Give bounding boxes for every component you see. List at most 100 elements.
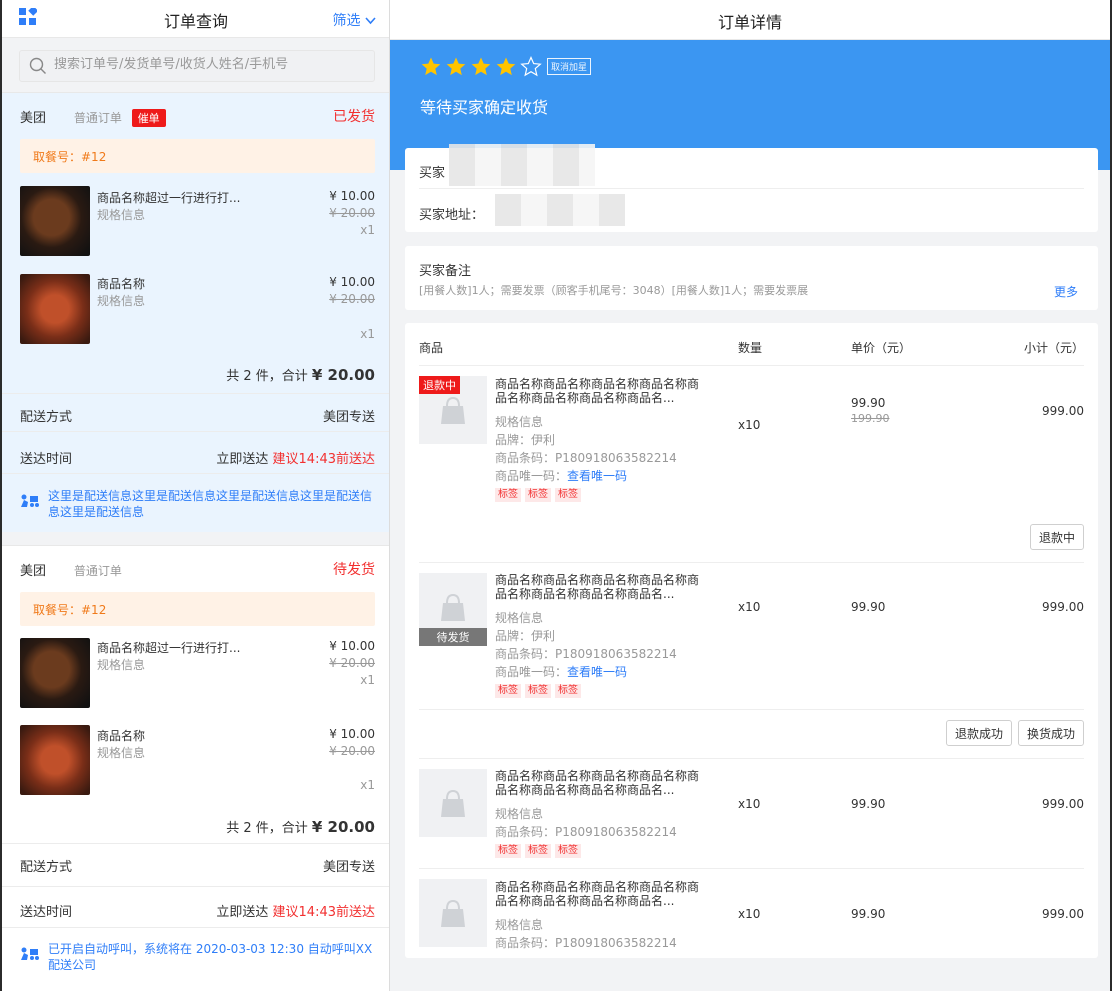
product-original-price: 199.90 bbox=[851, 412, 890, 425]
buyer-info-box: 买家 买家地址： bbox=[405, 144, 1098, 232]
buyer-remark-box: 买家备注 [用餐人数]1人；需要发票（顾客手机尾号：3048）[用餐人数]1人；… bbox=[405, 246, 1098, 310]
delivery-info-text: 这里是配送信息这里是配送信息这里是配送信息这里是配送信息这里是配送信息 bbox=[48, 489, 373, 519]
products-table: 商品 数量 单价（元） 小计（元） 退款中 商品名称商品名称商品名称商品名称商品… bbox=[405, 323, 1098, 958]
product-unit-price: 99.90 bbox=[851, 600, 886, 614]
order-list-header: 订单查询 筛选 bbox=[2, 0, 389, 38]
delivery-method-label: 配送方式 bbox=[20, 410, 73, 425]
divider bbox=[419, 562, 1084, 563]
product-original-price: ¥ 20.00 bbox=[329, 292, 375, 306]
product-unique-code: 商品唯一码：查看唯一码 bbox=[495, 663, 627, 680]
delivery-time-label: 送达时间 bbox=[20, 452, 73, 467]
order-list-panel: 订单查询 筛选 美团 普通订单 催单 已发货 取餐号：#12 商品名称超过一行进… bbox=[0, 0, 390, 991]
delivery-method: 美团专送 bbox=[322, 860, 375, 875]
tag: 标签 bbox=[555, 684, 581, 698]
delivery-time: 立即送达 建议14:43前送达 bbox=[216, 901, 375, 920]
refund-success-button[interactable]: 退款成功 bbox=[945, 720, 1012, 746]
order-card-header: 美团 普通订单 催单 bbox=[20, 107, 375, 127]
order-detail-title: 订单详情 bbox=[717, 13, 782, 32]
view-unique-code-link[interactable]: 查看唯一码 bbox=[567, 469, 627, 483]
exchange-success-button[interactable]: 换货成功 bbox=[1017, 720, 1084, 746]
col-header-unit-price: 单价（元） bbox=[851, 341, 912, 355]
product-tags: 标签 标签 标签 bbox=[495, 486, 585, 502]
view-unique-code-link[interactable]: 查看唯一码 bbox=[567, 665, 627, 679]
product-title: 商品名称商品名称商品名称商品名称商品名称商品名称商品名称商品名... bbox=[495, 880, 700, 908]
search-box[interactable] bbox=[19, 50, 375, 82]
search-input[interactable] bbox=[54, 57, 364, 72]
total-amount: ¥ 20.00 bbox=[311, 818, 375, 836]
product-barcode: 商品条码：P180918063582214 bbox=[495, 825, 677, 839]
refunding-badge: 退款中 bbox=[419, 376, 460, 394]
product-brand: 品牌：伊利 bbox=[495, 433, 556, 447]
divider bbox=[2, 927, 389, 928]
refunding-button[interactable]: 退款中 bbox=[1029, 524, 1084, 550]
delivery-time-value: 立即送达 bbox=[216, 905, 269, 920]
search-icon bbox=[29, 57, 46, 74]
delivery-method-label: 配送方式 bbox=[20, 860, 73, 875]
order-status: 已发货 bbox=[333, 109, 375, 125]
product-qty: x1 bbox=[360, 223, 375, 237]
product-tags: 标签 标签 标签 bbox=[495, 682, 585, 698]
order-status-text: 等待买家确定收货 bbox=[420, 98, 549, 117]
delivery-info-text: 已开启自动呼叫，系统将在 2020-03-03 12:30 自动呼叫XX配送公司 bbox=[48, 942, 373, 972]
filter-button[interactable]: 筛选 bbox=[333, 10, 376, 30]
delivery-time-label: 送达时间 bbox=[20, 905, 73, 920]
col-header-subtotal: 小计（元） bbox=[1023, 341, 1084, 355]
divider bbox=[419, 868, 1084, 869]
order-card[interactable]: 美团 普通订单 待发货 取餐号：#12 商品名称超过一行进行打... 规格信息 … bbox=[2, 545, 389, 991]
product-price: ¥ 10.00 bbox=[329, 727, 375, 741]
product-barcode: 商品条码：P180918063582214 bbox=[495, 936, 677, 950]
product-name: 商品名称 bbox=[97, 277, 146, 291]
product-spec: 规格信息 bbox=[495, 918, 544, 932]
divider bbox=[419, 758, 1084, 759]
filter-label: 筛选 bbox=[332, 13, 361, 29]
tag: 标签 bbox=[525, 844, 551, 858]
divider bbox=[2, 431, 389, 432]
product-image bbox=[419, 769, 487, 837]
unstar-button[interactable]: 取消加星 bbox=[547, 58, 592, 75]
remark-title: 买家备注 bbox=[419, 264, 472, 279]
chevron-down-icon bbox=[365, 17, 376, 25]
product-qty: x10 bbox=[738, 418, 761, 432]
delivery-hint: 建议14:43前送达 bbox=[272, 905, 375, 920]
order-card[interactable]: 美团 普通订单 催单 已发货 取餐号：#12 商品名称超过一行进行打... 规格… bbox=[2, 92, 389, 532]
delivery-rider-icon bbox=[21, 494, 39, 507]
order-status: 待发货 bbox=[333, 562, 375, 578]
product-subtotal: 999.00 bbox=[1042, 797, 1084, 811]
star-rating[interactable] bbox=[420, 56, 542, 81]
delivery-time-value: 立即送达 bbox=[216, 452, 269, 467]
product-thumbnail bbox=[20, 638, 90, 708]
product-title: 商品名称商品名称商品名称商品名称商品名称商品名称商品名称商品名... bbox=[495, 573, 700, 601]
star-icon bbox=[496, 57, 516, 76]
star-icon bbox=[471, 57, 491, 76]
tag: 标签 bbox=[555, 488, 581, 502]
more-link[interactable]: 更多 bbox=[1054, 283, 1078, 300]
product-qty: x10 bbox=[738, 907, 761, 921]
buyer-name-redacted bbox=[449, 144, 595, 186]
product-unit-price: 99.90 bbox=[851, 797, 886, 811]
product-price: ¥ 10.00 bbox=[329, 189, 375, 203]
product-qty: x10 bbox=[738, 797, 761, 811]
product-barcode: 商品条码：P180918063582214 bbox=[495, 451, 677, 465]
bag-placeholder-icon bbox=[441, 789, 465, 817]
order-detail-header: 订单详情 bbox=[390, 0, 1110, 40]
shop-name: 美团 bbox=[20, 111, 47, 126]
product-subtotal: 999.00 bbox=[1042, 404, 1084, 418]
product-spec: 规格信息 bbox=[495, 611, 544, 625]
product-spec: 规格信息 bbox=[495, 415, 544, 429]
total-prefix: 共 2 件，合计 bbox=[226, 369, 308, 384]
divider bbox=[419, 365, 1084, 366]
product-spec: 规格信息 bbox=[97, 746, 146, 760]
bag-placeholder-icon bbox=[441, 899, 465, 927]
delivery-time: 立即送达 建议14:43前送达 bbox=[216, 448, 375, 467]
product-original-price: ¥ 20.00 bbox=[329, 206, 375, 220]
star-outline-icon bbox=[520, 56, 542, 77]
product-subtotal: 999.00 bbox=[1042, 600, 1084, 614]
shop-name: 美团 bbox=[20, 564, 47, 579]
order-type: 普通订单 bbox=[73, 111, 122, 125]
order-total: 共 2 件，合计 ¥ 20.00 bbox=[226, 365, 375, 384]
product-subtotal: 999.00 bbox=[1042, 907, 1084, 921]
product-name: 商品名称超过一行进行打... bbox=[97, 191, 241, 205]
star-icon bbox=[421, 57, 441, 76]
total-amount: ¥ 20.00 bbox=[311, 366, 375, 384]
divider bbox=[2, 393, 389, 394]
